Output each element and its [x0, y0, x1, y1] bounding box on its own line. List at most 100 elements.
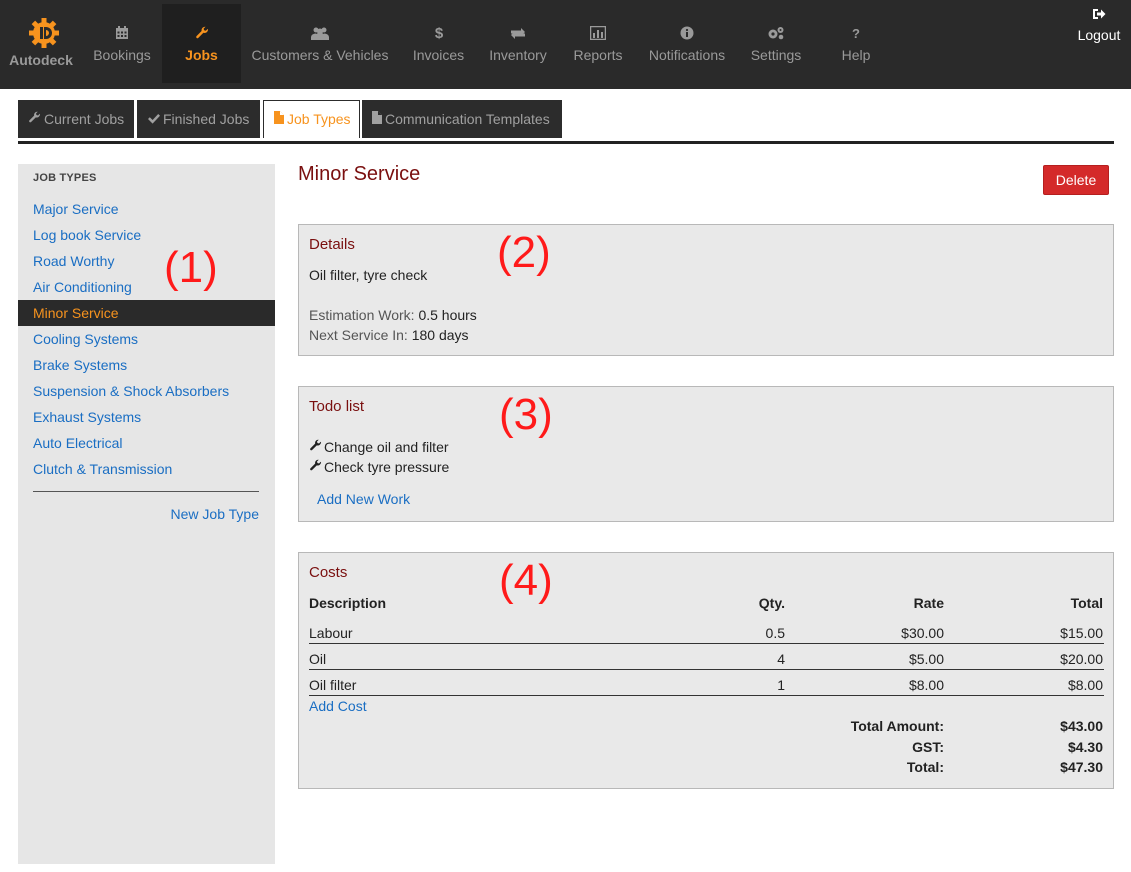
calendar-icon: [82, 25, 162, 41]
sidebar-item-minor-service[interactable]: Minor Service: [18, 300, 275, 326]
job-types-sidebar: JOB TYPES Major Service Log book Service…: [18, 164, 275, 864]
estimation-label: Estimation Work:: [309, 307, 415, 323]
cost-qty: 0.5: [765, 625, 785, 641]
gst-value: $4.30: [1067, 739, 1103, 755]
column-header-description: Description: [309, 595, 387, 611]
row-divider: [309, 695, 1104, 696]
tab-current-jobs[interactable]: Current Jobs: [18, 100, 134, 138]
nav-reports[interactable]: Reports: [560, 4, 636, 83]
dollar-icon: $: [401, 25, 476, 41]
svg-text:$: $: [434, 25, 443, 41]
estimation-value: 0.5 hours: [418, 307, 477, 323]
row-divider: [309, 643, 1104, 644]
gears-icon: [738, 25, 814, 41]
todo-item-label: Check tyre pressure: [324, 459, 450, 475]
sidebar-item-cooling-systems[interactable]: Cooling Systems: [18, 326, 275, 352]
nav-bookings[interactable]: Bookings: [82, 4, 162, 83]
tab-label: Job Types: [287, 111, 351, 127]
nav-jobs[interactable]: Jobs: [162, 4, 241, 83]
cost-rate: $8.00: [908, 677, 944, 693]
check-icon: [147, 100, 160, 138]
sidebar-item-air-conditioning[interactable]: Air Conditioning: [18, 274, 275, 300]
sidebar-heading: JOB TYPES: [33, 172, 97, 184]
estimation-work: Estimation Work: 0.5 hours: [309, 307, 477, 323]
add-new-work-link[interactable]: Add New Work: [317, 491, 410, 507]
costs-panel: Costs Description Qty. Rate Total Labour…: [298, 552, 1114, 789]
nav-notifications[interactable]: Notifications: [638, 4, 736, 83]
tab-label: Communication Templates: [385, 111, 550, 127]
sidebar-item-exhaust-systems[interactable]: Exhaust Systems: [18, 404, 275, 430]
todo-title: Todo list: [309, 398, 365, 415]
file-icon: [274, 101, 284, 137]
autodeck-logo-icon: [29, 18, 59, 51]
cost-total: $8.00: [1067, 677, 1103, 693]
tab-label: Finished Jobs: [163, 111, 250, 127]
tab-job-types[interactable]: Job Types: [263, 100, 360, 138]
sidebar-item-auto-electrical[interactable]: Auto Electrical: [18, 430, 275, 456]
next-service-label: Next Service In:: [309, 327, 408, 343]
nav-help[interactable]: ? Help: [816, 4, 896, 83]
tab-label: Current Jobs: [44, 111, 125, 127]
gst-label: GST:: [912, 739, 944, 755]
nav-label: Jobs: [185, 47, 218, 63]
wrench-icon: [309, 459, 322, 475]
nav-label: Invoices: [412, 47, 465, 63]
annotation-label: (4): [499, 556, 553, 605]
grand-total-label: Total:: [906, 759, 944, 775]
annotation-label: (3): [499, 390, 553, 439]
sign-out-icon: [1072, 8, 1126, 22]
question-icon: ?: [816, 25, 896, 41]
annotation-label: (1): [164, 243, 218, 292]
cost-total: $20.00: [1060, 651, 1103, 667]
nav-label: Settings: [750, 47, 802, 63]
nav-customers-vehicles[interactable]: Customers & Vehicles: [241, 4, 399, 83]
sidebar-item-road-worthy[interactable]: Road Worthy: [18, 248, 275, 274]
details-panel: Details Oil filter, tyre check Estimatio…: [298, 224, 1114, 356]
todo-item[interactable]: Check tyre pressure: [309, 459, 449, 475]
delete-button[interactable]: Delete: [1043, 165, 1109, 195]
file-icon: [372, 100, 382, 138]
add-cost-link[interactable]: Add Cost: [309, 698, 367, 714]
cost-description: Oil: [309, 651, 327, 667]
brand[interactable]: Autodeck: [0, 0, 82, 89]
nav-invoices[interactable]: $ Invoices: [401, 4, 476, 83]
tab-divider: [18, 141, 1114, 144]
exchange-icon: [478, 25, 558, 41]
nav-label: Help: [841, 47, 871, 63]
wrench-icon: [28, 100, 41, 138]
svg-text:?: ?: [852, 26, 860, 40]
new-job-type-link[interactable]: New Job Type: [171, 506, 259, 522]
sidebar-item-log-book-service[interactable]: Log book Service: [18, 222, 275, 248]
logout-button[interactable]: Logout: [1072, 6, 1126, 46]
nav-label: Reports: [573, 47, 623, 63]
tab-communication-templates[interactable]: Communication Templates: [362, 100, 562, 138]
column-header-total: Total: [1070, 595, 1103, 611]
row-divider: [309, 669, 1104, 670]
next-service-value: 180 days: [411, 327, 469, 343]
sidebar-item-clutch-transmission[interactable]: Clutch & Transmission: [18, 456, 275, 482]
total-amount-label: Total Amount:: [850, 718, 944, 734]
total-amount-value: $43.00: [1060, 718, 1103, 734]
todo-panel: Todo list Change oil and filter Check ty…: [298, 386, 1114, 522]
nav-label: Inventory: [489, 47, 547, 63]
sidebar-item-brake-systems[interactable]: Brake Systems: [18, 352, 275, 378]
grand-total-value: $47.30: [1060, 759, 1103, 775]
nav-settings[interactable]: Settings: [738, 4, 814, 83]
costs-title: Costs: [309, 564, 348, 581]
top-navbar: Autodeck Bookings Jobs Customers & Vehic…: [0, 0, 1131, 89]
cost-description: Labour: [309, 625, 353, 641]
wrench-icon: [309, 439, 322, 455]
sidebar-item-major-service[interactable]: Major Service: [18, 196, 275, 222]
nav-inventory[interactable]: Inventory: [478, 4, 558, 83]
brand-name: Autodeck: [9, 52, 73, 68]
page-title: Minor Service: [298, 163, 421, 185]
todo-item[interactable]: Change oil and filter: [309, 439, 449, 455]
logout-label: Logout: [1077, 27, 1121, 43]
todo-item-label: Change oil and filter: [324, 439, 449, 455]
cost-rate: $5.00: [908, 651, 944, 667]
sidebar-divider: [33, 491, 259, 492]
sidebar-item-suspension-shock-absorbers[interactable]: Suspension & Shock Absorbers: [18, 378, 275, 404]
tab-finished-jobs[interactable]: Finished Jobs: [137, 100, 260, 138]
bar-chart-icon: [560, 25, 636, 41]
wrench-icon: [162, 25, 241, 41]
